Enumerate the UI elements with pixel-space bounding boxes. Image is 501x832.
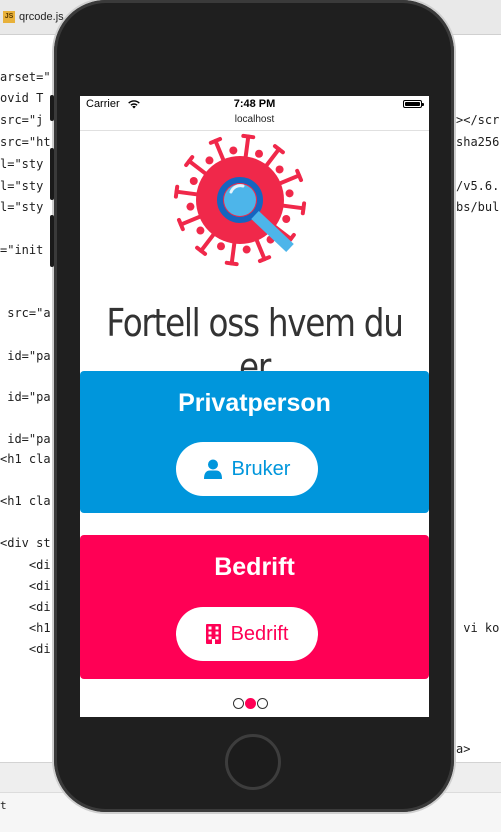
private-person-card: Privatperson Bruker bbox=[80, 371, 429, 513]
phone-screen: Carrier 7:48 PM localhost Fortell oss hv… bbox=[80, 96, 429, 717]
code-line: <di bbox=[0, 558, 51, 572]
mute-switch bbox=[50, 95, 54, 121]
code-line: arset=" bbox=[0, 70, 51, 84]
business-button[interactable]: Bedrift bbox=[176, 607, 318, 661]
business-card: Bedrift Bedrift bbox=[80, 535, 429, 679]
code-line: id="pa bbox=[0, 432, 51, 446]
code-line: <h1 cla bbox=[0, 494, 51, 508]
code-line: <di bbox=[0, 600, 51, 614]
code-line: src="a bbox=[0, 306, 51, 320]
code-line: sha256 bbox=[456, 135, 500, 149]
code-line: id="pa bbox=[0, 349, 51, 363]
user-button[interactable]: Bruker bbox=[176, 442, 318, 496]
user-button-label: Bruker bbox=[231, 457, 291, 480]
magnifier-lens bbox=[224, 184, 256, 216]
volume-down-button bbox=[50, 215, 54, 267]
code-line: <di bbox=[0, 642, 51, 656]
status-bar: Carrier 7:48 PM bbox=[80, 96, 429, 114]
pagination-dot[interactable] bbox=[244, 698, 256, 709]
code-line: src="j bbox=[0, 113, 44, 127]
home-button[interactable] bbox=[225, 734, 281, 790]
code-line: <h1 bbox=[0, 621, 51, 635]
code-line: bs/bul bbox=[456, 200, 500, 214]
virus-magnifier-logo-icon bbox=[173, 133, 307, 267]
code-line: <h1 cla bbox=[0, 452, 51, 466]
status-time: 7:48 PM bbox=[233, 98, 276, 110]
code-line: vi ko bbox=[456, 621, 500, 635]
volume-up-button bbox=[50, 148, 54, 200]
user-icon bbox=[203, 459, 222, 479]
code-line: a> bbox=[456, 742, 471, 756]
code-line: ></scr bbox=[456, 113, 500, 127]
editor-tab-qrcode[interactable]: JS qrcode.js bbox=[3, 6, 64, 28]
business-button-label: Bedrift bbox=[230, 622, 289, 645]
code-line: <div st bbox=[0, 536, 51, 550]
pagination-dots bbox=[232, 698, 268, 709]
code-line: src="ht bbox=[0, 135, 51, 149]
code-line: ="init bbox=[0, 243, 44, 257]
code-line: id="pa bbox=[0, 390, 51, 404]
pagination-dot[interactable] bbox=[232, 698, 244, 709]
code-line: l="sty bbox=[0, 179, 44, 193]
code-line: ovid T bbox=[0, 91, 44, 105]
business-card-title: Bedrift bbox=[214, 553, 295, 581]
editor-tab-label: qrcode.js bbox=[19, 11, 64, 23]
code-line: l="sty bbox=[0, 200, 44, 214]
bottom-panel-text: t bbox=[0, 799, 7, 812]
battery-icon bbox=[403, 100, 424, 108]
code-line: <di bbox=[0, 579, 51, 593]
pagination-dot[interactable] bbox=[256, 698, 268, 709]
code-line: /v5.6. bbox=[456, 179, 500, 193]
code-line: l="sty bbox=[0, 157, 44, 171]
js-file-icon: JS bbox=[3, 11, 15, 23]
private-card-title: Privatperson bbox=[178, 389, 331, 417]
building-icon bbox=[205, 624, 221, 644]
